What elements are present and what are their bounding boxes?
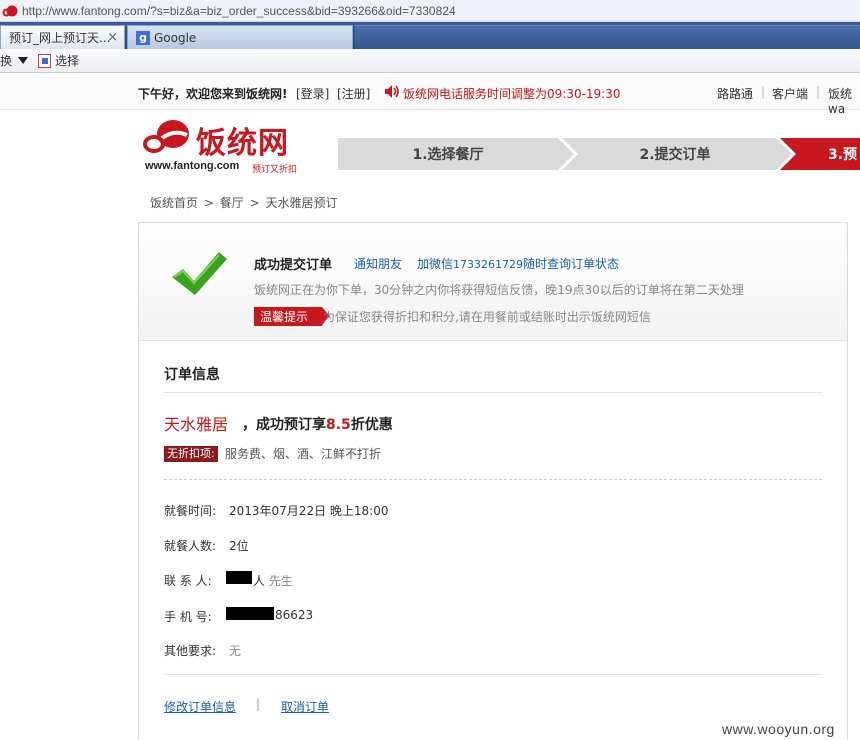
lulutong-link[interactable]: 路路通 bbox=[717, 85, 753, 102]
contact-value: 人 先生 bbox=[253, 572, 293, 589]
checkmark-icon bbox=[172, 252, 227, 295]
success-panel: 成功提交订单 通知朋友 加微信1733261729随时查询订单状态 饭统网正在为… bbox=[139, 223, 847, 341]
party-size-label: 就餐人数: bbox=[164, 539, 217, 553]
dining-time-label: 就餐时间: bbox=[164, 504, 217, 518]
deal-suffix: 折优惠 bbox=[350, 417, 393, 433]
restaurant-name[interactable]: 天水雅居 bbox=[164, 411, 228, 435]
tab-google[interactable]: g Google bbox=[127, 25, 353, 49]
notify-friend-link[interactable]: 通知朋友 bbox=[354, 255, 402, 272]
register-link[interactable]: [注册] bbox=[337, 85, 370, 102]
modify-order-link[interactable]: 修改订单信息 bbox=[164, 698, 236, 715]
order-info-heading: 订单信息 bbox=[164, 367, 220, 383]
redaction-block bbox=[226, 607, 274, 620]
breadcrumb-separator: > bbox=[203, 196, 214, 210]
breadcrumb-home[interactable]: 饭统首页 bbox=[150, 196, 198, 210]
select-icon bbox=[38, 53, 52, 68]
step-select-restaurant: 1.选择餐厅 bbox=[412, 147, 484, 163]
login-link[interactable]: [登录] bbox=[296, 85, 329, 102]
contact-title: 先生 bbox=[268, 574, 293, 588]
no-discount-badge: 无折扣项: bbox=[164, 446, 218, 462]
close-icon[interactable]: × bbox=[107, 30, 118, 45]
tab-fantong[interactable]: 预订_网上预订天... × bbox=[0, 25, 125, 49]
divider: | bbox=[761, 85, 766, 99]
success-description: 饭统网正在为你下单，30分钟之内你将获得短信反馈，晚19点30以后的订单将在第二… bbox=[254, 283, 744, 297]
divider bbox=[164, 392, 822, 393]
link-divider: | bbox=[256, 697, 261, 711]
deal-text: ，成功预订享8.5折优惠 bbox=[242, 414, 393, 434]
contact-label: 联 系 人: bbox=[164, 574, 212, 588]
welcome-text: 下午好，欢迎您来到饭统网! bbox=[138, 87, 288, 101]
party-size-value: 2位 bbox=[229, 539, 249, 553]
service-hours-notice: 饭统网电话服务时间调整为09:30-19:30 bbox=[403, 87, 621, 101]
other-requests-value: 无 bbox=[229, 644, 242, 658]
watermark: www.wooyun.org bbox=[722, 721, 835, 737]
divider: | bbox=[816, 85, 821, 99]
wechat-prefix: 加微信 bbox=[417, 257, 454, 271]
url-text[interactable]: http://www.fantong.com/?s=biz&a=biz_orde… bbox=[22, 4, 456, 18]
wechat-number: 1733261729 bbox=[453, 258, 524, 271]
tab-label: 预订_网上预订天... bbox=[9, 31, 111, 45]
phone-label: 手 机 号: bbox=[164, 610, 212, 624]
tip-text: 为保证您获得折扣和积分,请在用餐前或结账时出示饭统网短信 bbox=[323, 310, 651, 324]
dashed-divider bbox=[164, 479, 822, 480]
address-bar[interactable]: http://www.fantong.com/?s=biz&a=biz_orde… bbox=[0, 0, 860, 22]
breadcrumb-separator: > bbox=[249, 196, 260, 210]
speaker-icon bbox=[385, 85, 399, 98]
switch-button[interactable]: 换 bbox=[0, 52, 12, 69]
order-box: 成功提交订单 通知朋友 加微信1733261729随时查询订单状态 饭统网正在为… bbox=[138, 222, 848, 740]
wechat-suffix: 随时查询订单状态 bbox=[523, 257, 620, 271]
logo-slogan: 预订又折扣 bbox=[252, 165, 298, 175]
contact-name: 人 bbox=[253, 574, 266, 588]
no-discount-items: 服务费、烟、酒、江鲜不打折 bbox=[225, 447, 382, 461]
tab-strip-blank bbox=[355, 25, 860, 49]
site-topbar: 下午好，欢迎您来到饭统网! [登录] [注册] 饭统网电话服务时间调整为09:3… bbox=[0, 74, 860, 116]
fantong-favicon-icon bbox=[2, 5, 18, 16]
success-title: 成功提交订单 bbox=[254, 258, 333, 273]
step-current: 3.预 bbox=[828, 147, 858, 163]
fantong-wap-link[interactable]: 饭统wa bbox=[828, 85, 860, 116]
logo-text[interactable]: 饭统网 bbox=[196, 118, 289, 162]
fantong-logo-icon bbox=[143, 120, 189, 153]
cancel-order-link[interactable]: 取消订单 bbox=[281, 698, 329, 715]
other-requests-label: 其他要求: bbox=[164, 644, 217, 658]
deal-prefix: ，成功预订享 bbox=[242, 417, 326, 433]
phone-value: 86623 bbox=[275, 608, 314, 622]
breadcrumb-current: 天水雅居预订 bbox=[265, 196, 338, 210]
wechat-link[interactable]: 加微信1733261729随时查询订单状态 bbox=[417, 255, 619, 272]
logo-url: www.fantong.com bbox=[145, 160, 240, 172]
google-icon: g bbox=[136, 30, 150, 45]
select-button[interactable]: 选择 bbox=[55, 52, 79, 69]
breadcrumb: 饭统首页 > 餐厅 > 天水雅居预订 bbox=[149, 194, 338, 211]
client-link[interactable]: 客户端 bbox=[772, 85, 808, 102]
browser-toolbar: 换 选择 bbox=[0, 49, 860, 73]
tip-badge: 温馨提示 bbox=[254, 307, 330, 326]
deal-discount: 8.5 bbox=[326, 417, 351, 433]
dropdown-arrow-icon[interactable] bbox=[18, 57, 29, 64]
step-submit-order: 2.提交订单 bbox=[639, 147, 711, 163]
redaction-block bbox=[226, 571, 252, 584]
tab-label: Google bbox=[154, 30, 197, 45]
divider bbox=[164, 674, 822, 675]
breadcrumb-restaurant[interactable]: 餐厅 bbox=[220, 196, 244, 210]
order-steps: 1.选择餐厅 2.提交订单 3.预 bbox=[338, 138, 860, 170]
tab-strip: 预订_网上预订天... × g Google bbox=[0, 22, 860, 49]
dining-time-value: 2013年07月22日 晚上18:00 bbox=[229, 504, 389, 518]
